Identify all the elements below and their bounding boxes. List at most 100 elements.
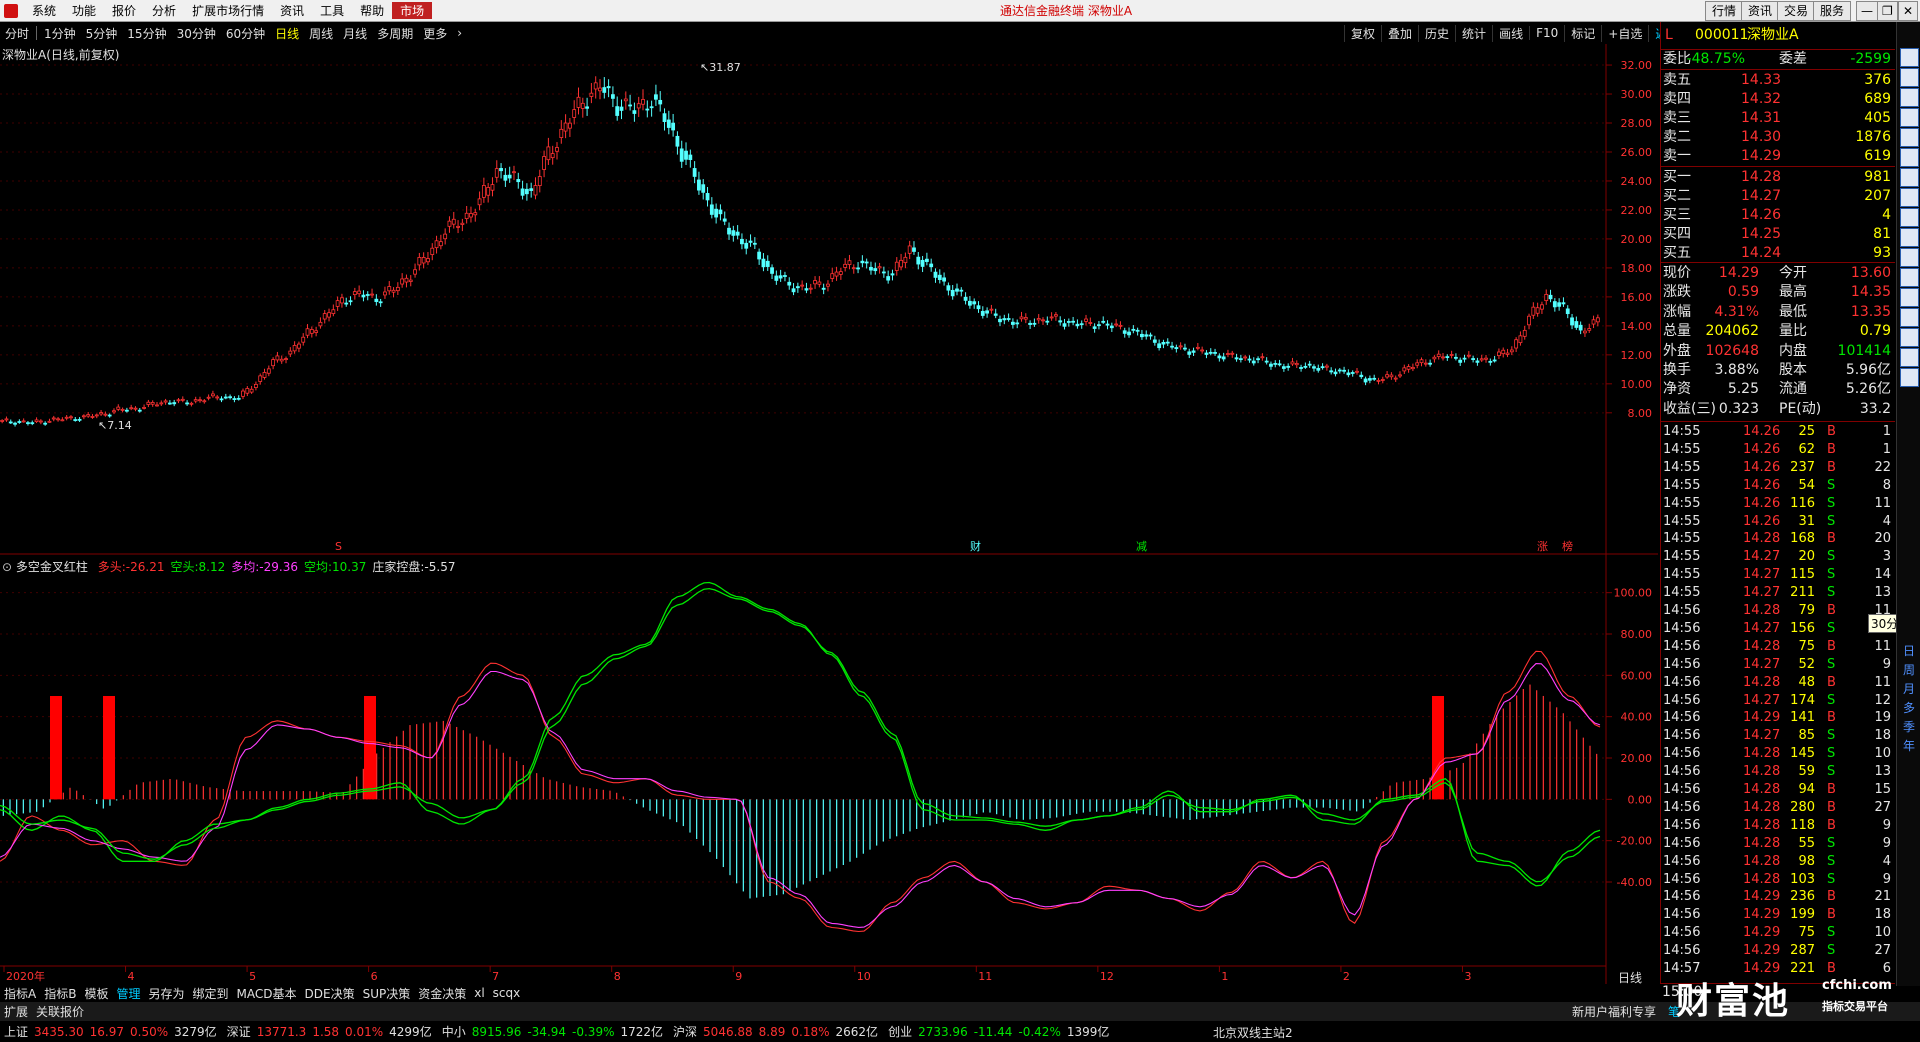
tool-add-watchlist[interactable]: +自选 [1601, 24, 1648, 42]
top-button-service[interactable]: 服务 [1813, 1, 1852, 21]
ask-row[interactable]: 卖四 14.32 689 [1661, 90, 1895, 109]
ask-row[interactable]: 卖五 14.33 376 [1661, 71, 1895, 90]
candle-body [593, 82, 598, 90]
new-user-benefit-link[interactable]: 新用户福利专享 [1572, 1003, 1656, 1020]
chevron-right-icon[interactable]: › [452, 26, 467, 40]
menu-item-market[interactable]: 市场 [392, 2, 433, 19]
period-tab-active[interactable]: 日线 [270, 25, 304, 42]
tool-draw-line[interactable]: 画线 [1492, 24, 1529, 42]
toolbar-tool-icon[interactable] [1900, 348, 1919, 367]
period-shortcut[interactable]: 月 [1897, 680, 1920, 697]
toolbar-tool-icon[interactable] [1900, 68, 1919, 87]
toolbar-tool-icon[interactable] [1900, 248, 1919, 267]
period-shortcut[interactable]: 多 [1897, 699, 1920, 716]
toolbar-tool-icon[interactable] [1900, 228, 1919, 247]
related-quote-button[interactable]: 关联报价 [36, 1003, 84, 1020]
menu-item-quote[interactable]: 报价 [104, 2, 144, 19]
menu-item-function[interactable]: 功能 [64, 2, 104, 19]
bid-row[interactable]: 买一 14.28 981 [1661, 168, 1895, 187]
indicator-tab[interactable]: MACD基本 [233, 985, 301, 1002]
period-shortcut[interactable]: 年 [1897, 737, 1920, 754]
period-tab[interactable]: 5分钟 [81, 25, 123, 42]
event-mark[interactable]: 减 [1136, 540, 1147, 553]
tick-row: 14:55 14.26 31 S 4 [1661, 513, 1895, 532]
top-button-quote[interactable]: 行情 [1705, 1, 1744, 21]
event-mark[interactable]: S [335, 540, 342, 553]
indicator-tab[interactable]: xl [470, 986, 488, 1000]
ask-row[interactable]: 卖三 14.31 405 [1661, 109, 1895, 128]
index-name[interactable]: 深证 [227, 1023, 251, 1040]
top-button-news[interactable]: 资讯 [1741, 1, 1780, 21]
period-tab[interactable]: 60分钟 [221, 25, 270, 42]
period-tab[interactable]: 月线 [338, 25, 372, 42]
toolbar-tool-icon[interactable] [1900, 108, 1919, 127]
toolbar-tool-icon[interactable] [1900, 128, 1919, 147]
minimize-icon[interactable]: — [1856, 1, 1878, 21]
ask-row[interactable]: 卖一 14.29 619 [1661, 147, 1895, 166]
toolbar-tool-icon[interactable] [1900, 308, 1919, 327]
event-mark[interactable]: 榜 [1562, 539, 1573, 553]
index-name[interactable]: 沪深 [673, 1023, 697, 1040]
tool-statistics[interactable]: 统计 [1455, 24, 1492, 42]
expand-button[interactable]: 扩展 [4, 1003, 28, 1020]
period-shortcut[interactable]: 季 [1897, 718, 1920, 735]
candle-body [572, 109, 577, 118]
menu-item-help[interactable]: 帮助 [352, 2, 392, 19]
indicator-tab[interactable]: 资金决策 [414, 985, 470, 1002]
tool-overlay[interactable]: 叠加 [1381, 24, 1418, 42]
toolbar-tool-icon[interactable] [1900, 88, 1919, 107]
period-tab[interactable]: 15分钟 [122, 25, 171, 42]
top-button-trade[interactable]: 交易 [1777, 1, 1816, 21]
period-tab-more[interactable]: 更多 [418, 25, 452, 42]
indicator-tab[interactable]: 模板 [80, 985, 112, 1002]
tool-mark[interactable]: 标记 [1564, 24, 1601, 42]
index-name[interactable]: 中小 [442, 1023, 466, 1040]
toolbar-tool-icon[interactable] [1900, 208, 1919, 227]
toolbar-tool-icon[interactable] [1900, 188, 1919, 207]
chart-canvas[interactable]: 32.0030.0028.0026.0024.0022.0020.0018.00… [0, 44, 1658, 984]
event-mark[interactable]: 涨 [1537, 540, 1548, 553]
menu-item-analysis[interactable]: 分析 [144, 2, 184, 19]
index-name[interactable]: 上证 [4, 1023, 28, 1040]
bid-row[interactable]: 买二 14.27 207 [1661, 187, 1895, 206]
menu-item-ext-market[interactable]: 扩展市场行情 [184, 2, 272, 19]
menu-item-system[interactable]: 系统 [24, 2, 64, 19]
indicator-tab[interactable]: DDE决策 [301, 985, 359, 1002]
indicator-tab[interactable]: SUP决策 [359, 985, 415, 1002]
maximize-icon[interactable]: ❐ [1877, 1, 1898, 21]
indicator-tab[interactable]: scqx [489, 986, 525, 1000]
toolbar-tool-icon[interactable] [1900, 48, 1919, 67]
index-name[interactable]: 创业 [888, 1023, 912, 1040]
bid-row[interactable]: 买四 14.25 81 [1661, 225, 1895, 244]
menu-item-tools[interactable]: 工具 [312, 2, 352, 19]
period-tab[interactable]: 周线 [304, 25, 338, 42]
toolbar-tool-icon[interactable] [1900, 288, 1919, 307]
period-shortcut[interactable]: 日 [1897, 642, 1920, 659]
toolbar-tool-icon[interactable] [1900, 368, 1919, 387]
toolbar-tool-icon[interactable] [1900, 328, 1919, 347]
toolbar-tool-icon[interactable] [1900, 168, 1919, 187]
ask-row[interactable]: 卖二 14.30 1876 [1661, 128, 1895, 147]
bid-row[interactable]: 买三 14.26 4 [1661, 206, 1895, 225]
period-tab[interactable]: 30分钟 [172, 25, 221, 42]
period-tab[interactable]: 多周期 [372, 25, 418, 42]
toolbar-tool-icon[interactable] [1900, 268, 1919, 287]
period-tab[interactable]: 分时 [0, 25, 34, 42]
indicator-tab[interactable]: 指标B [40, 985, 80, 1002]
indicator-tab[interactable]: 另存为 [144, 985, 188, 1002]
event-mark[interactable]: 财 [970, 539, 981, 553]
period-shortcut[interactable]: 周 [1897, 661, 1920, 678]
tool-history[interactable]: 历史 [1418, 24, 1455, 42]
candle-body [1269, 363, 1273, 367]
tool-restore-rights[interactable]: 复权 [1344, 24, 1381, 42]
server-name[interactable]: 北京双线主站2 [1213, 1024, 1293, 1041]
indicator-tab[interactable]: 管理 [112, 985, 144, 1002]
period-tab[interactable]: 1分钟 [39, 25, 81, 42]
indicator-tab[interactable]: 指标A [0, 985, 40, 1002]
menu-item-news[interactable]: 资讯 [272, 2, 312, 19]
toolbar-tool-icon[interactable] [1900, 148, 1919, 167]
bid-row[interactable]: 买五 14.24 93 [1661, 244, 1895, 263]
close-icon[interactable]: ✕ [1898, 1, 1919, 21]
indicator-tab[interactable]: 绑定到 [189, 985, 233, 1002]
tool-f10[interactable]: F10 [1529, 26, 1564, 40]
